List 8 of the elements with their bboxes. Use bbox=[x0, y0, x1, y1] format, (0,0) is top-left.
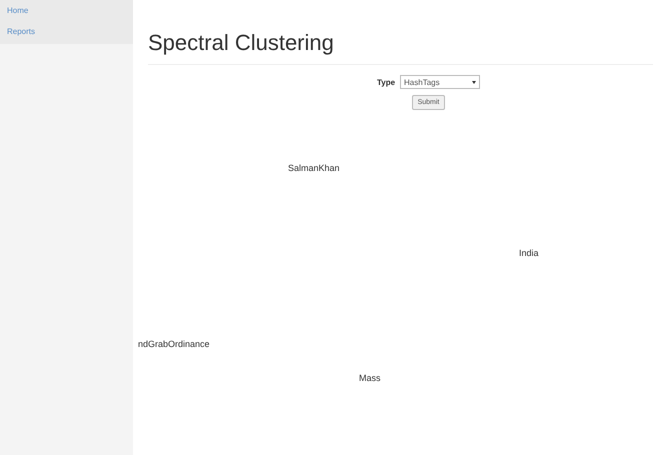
cloud-word: Mass bbox=[359, 373, 381, 383]
cloud-word: SalmanKhan bbox=[288, 163, 340, 173]
type-label: Type bbox=[376, 78, 396, 86]
cloud-word: ndGrabOrdinance bbox=[138, 339, 210, 349]
caret-icon bbox=[472, 80, 476, 84]
cloud-word: India bbox=[519, 248, 539, 258]
type-select[interactable]: HashTags bbox=[400, 75, 480, 89]
page-title: Spectral Clustering bbox=[148, 30, 653, 65]
